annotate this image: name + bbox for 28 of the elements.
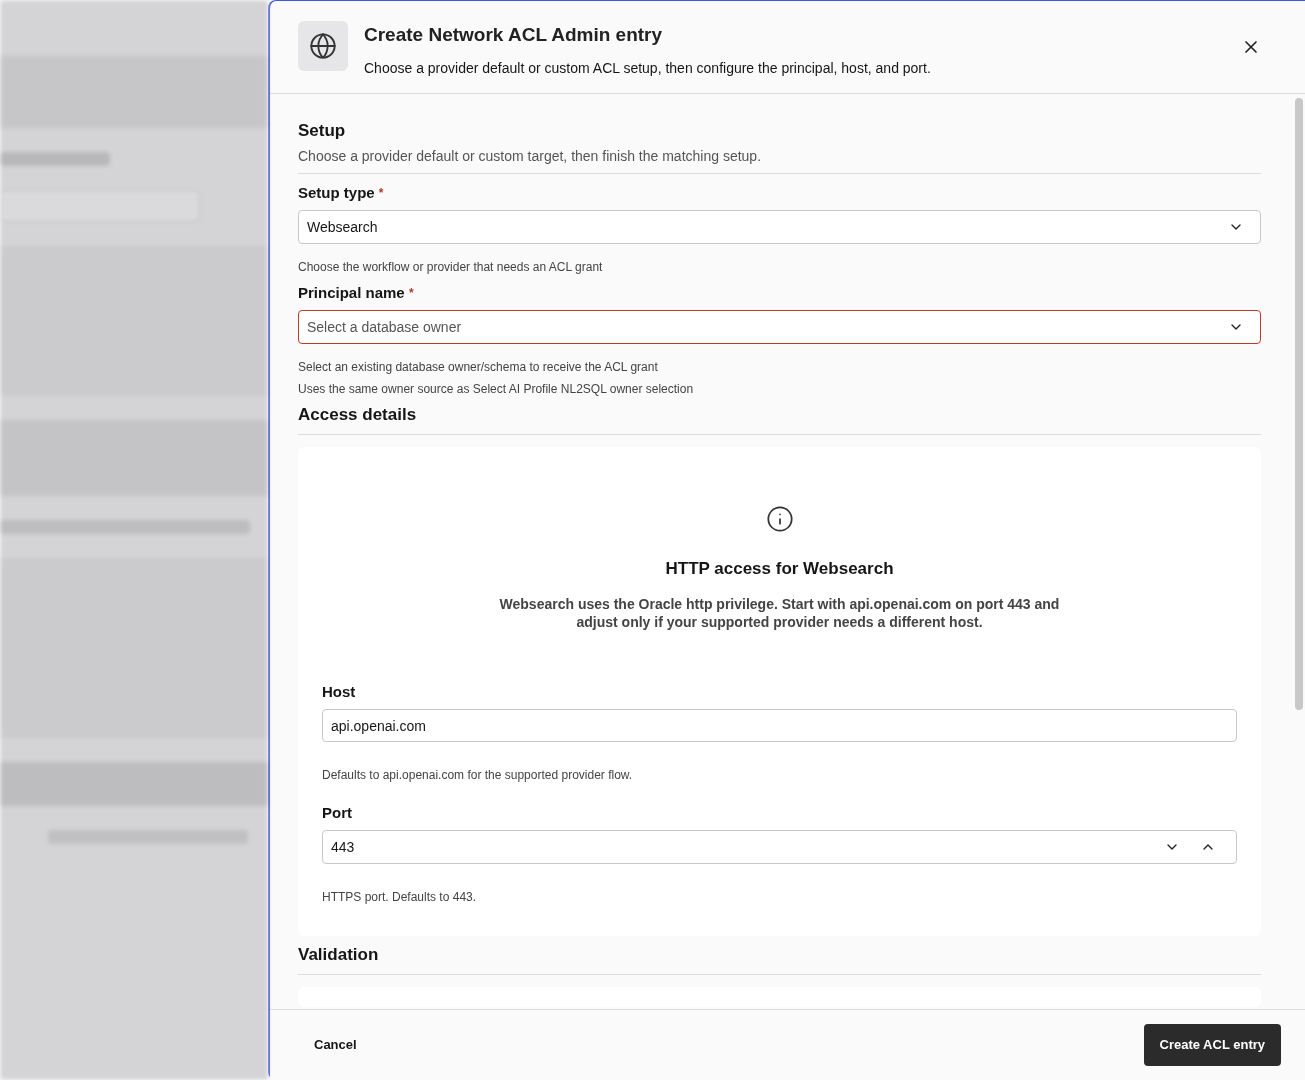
port-value: 443 [331,837,356,857]
section-heading: Setup [298,119,347,142]
dialog-subtitle: Choose a provider default or custom ACL setup, then configure the principal, host, and port. [364,58,932,78]
create-acl-entry-button[interactable]: Create ACL entry [1143,1024,1281,1066]
field-help-text: Select an existing database owner/schema to receive the ACL grant [298,360,659,374]
field-label: Principal name * [298,284,415,302]
notice-title: HTTP access for Websearch [665,559,894,579]
cancel-button[interactable]: Cancel [298,1027,373,1063]
globe-icon [309,32,337,60]
select-placeholder: Select a database owner [307,317,462,337]
dialog-title: Create Network ACL Admin entry [364,23,664,47]
info-icon [765,505,794,533]
port-spinner-field[interactable]: 443 [322,830,1237,864]
field-help-text: Choose the workflow or provider that needs an ACL grant [298,260,604,274]
field-label: Setup type * [298,184,385,202]
field-help-text: Uses the same owner source as Select AI Profile NL2SQL owner selection [298,382,695,396]
section-heading: Access details [298,404,1261,435]
section-description: Choose a provider default or custom target, then finish the matching setup. [298,147,1261,174]
field-label: Host [322,683,357,701]
host-input[interactable]: api.openai.com [322,709,1237,742]
field-label: Port [322,804,353,822]
notice-text: Websearch uses the Oracle http privilege. Start with api.openai.com on port 443 and adjust only if your supported provider needs a different host. [498,595,1061,631]
field-help-text: Defaults to api.openai.com for the supported provider flow. [322,768,634,782]
select-field[interactable]: Select a database owner [298,310,1261,344]
select-field[interactable]: Websearch [298,210,1261,244]
select-value: Websearch [307,217,378,237]
section-heading: Validation [298,944,1261,975]
field-help-text: HTTPS port. Defaults to 443. [322,890,478,904]
